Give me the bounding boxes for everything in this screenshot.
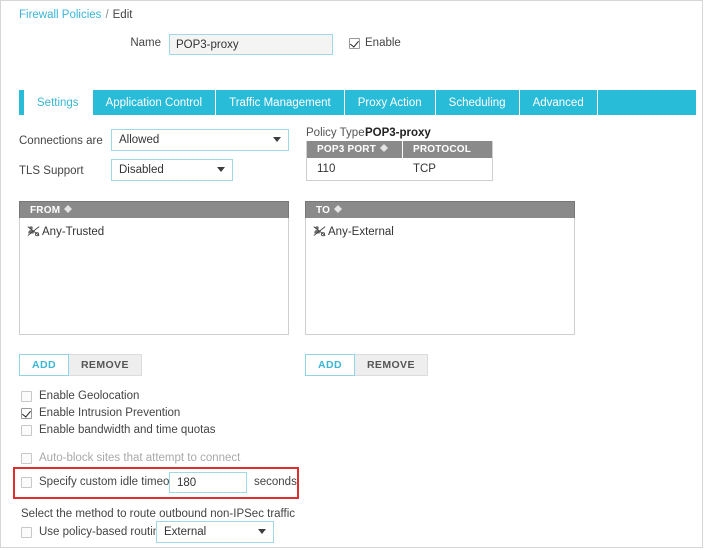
option-enable-intrusion-prevention[interactable]: Enable Intrusion Prevention <box>21 407 180 419</box>
enable-bandwidth-quotas-checkbox[interactable] <box>21 425 32 436</box>
chevron-down-icon <box>258 529 266 534</box>
sort-icon[interactable] <box>334 204 342 214</box>
column-header-pop3-port-label: POP3 PORT <box>317 144 376 155</box>
list-item-label: Any-External <box>328 226 394 238</box>
option-enable-bandwidth-quotas[interactable]: Enable bandwidth and time quotas <box>21 424 215 436</box>
tab-advanced[interactable]: Advanced <box>520 90 598 115</box>
auto-block-sites-label: Auto-block sites that attempt to connect <box>39 452 240 464</box>
enable-checkbox[interactable] <box>349 38 360 49</box>
name-label: Name <box>121 37 161 49</box>
chevron-down-icon <box>217 167 225 172</box>
enable-geolocation-checkbox[interactable] <box>21 391 32 402</box>
tab-scheduling[interactable]: Scheduling <box>436 90 520 115</box>
idle-timeout-input[interactable] <box>169 472 247 493</box>
to-panel-header-label: TO <box>316 205 330 216</box>
breadcrumb-link-firewall-policies[interactable]: Firewall Policies <box>19 9 101 21</box>
list-item[interactable]: Any-Trusted <box>27 225 288 238</box>
breadcrumb-separator: / <box>105 9 108 21</box>
from-panel-header[interactable]: FROM <box>19 201 289 218</box>
tab-traffic-management[interactable]: Traffic Management <box>216 90 345 115</box>
cell-protocol: TCP <box>403 163 492 175</box>
column-header-protocol[interactable]: PROTOCOL <box>403 141 492 158</box>
auto-block-sites-checkbox[interactable] <box>21 453 32 464</box>
enable-geolocation-label: Enable Geolocation <box>39 390 139 402</box>
from-remove-button[interactable]: REMOVE <box>69 354 142 376</box>
enable-bandwidth-quotas-label: Enable bandwidth and time quotas <box>39 424 215 436</box>
connections-are-label: Connections are <box>19 135 103 147</box>
specify-custom-idle-timeout-label: Specify custom idle timeout <box>39 476 179 488</box>
tls-support-select[interactable]: Disabled <box>111 159 233 181</box>
from-panel-button-row: ADD REMOVE <box>19 354 142 376</box>
tab-settings[interactable]: Settings <box>24 90 93 115</box>
to-remove-button[interactable]: REMOVE <box>355 354 428 376</box>
from-panel: FROM Any-Trusted <box>19 201 289 335</box>
to-add-button[interactable]: ADD <box>305 354 355 376</box>
from-add-button[interactable]: ADD <box>19 354 69 376</box>
from-panel-header-label: FROM <box>30 205 60 216</box>
policy-type-table: POP3 PORT PROTOCOL 110 TCP <box>306 141 493 181</box>
connections-are-value: Allowed <box>119 134 159 146</box>
breadcrumb-current-edit: Edit <box>113 9 133 21</box>
table-row[interactable]: 110 TCP <box>307 158 492 180</box>
specify-custom-idle-timeout-checkbox[interactable] <box>21 477 32 488</box>
to-panel-header[interactable]: TO <box>305 201 575 218</box>
chevron-down-icon <box>273 137 281 142</box>
sort-icon[interactable] <box>64 204 72 214</box>
enable-checkbox-wrap[interactable]: Enable <box>349 37 401 49</box>
option-use-policy-based-routing[interactable]: Use policy-based routing <box>21 526 166 538</box>
idle-timeout-units-label: seconds <box>254 476 297 488</box>
routing-method-select[interactable]: External <box>156 521 274 543</box>
name-row: Name Enable <box>1 34 702 56</box>
name-input[interactable] <box>169 34 333 55</box>
list-item-label: Any-Trusted <box>42 226 104 238</box>
cell-pop3-port: 110 <box>307 163 403 175</box>
to-panel: TO Any-External <box>305 201 575 335</box>
breadcrumb: Firewall Policies / Edit <box>19 9 132 21</box>
option-auto-block-sites[interactable]: Auto-block sites that attempt to connect <box>21 452 240 464</box>
tls-support-label: TLS Support <box>19 165 84 177</box>
option-specify-custom-idle-timeout[interactable]: Specify custom idle timeout <box>21 476 179 488</box>
routing-heading: Select the method to route outbound non-… <box>21 508 295 520</box>
use-policy-based-routing-label: Use policy-based routing <box>39 526 166 538</box>
alias-icon <box>27 225 40 238</box>
routing-method-value: External <box>164 526 206 538</box>
connections-are-select[interactable]: Allowed <box>111 129 289 151</box>
firewall-policy-edit-page: Firewall Policies / Edit Name Enable Setti… <box>0 0 703 548</box>
table-header-row: POP3 PORT PROTOCOL <box>307 141 492 158</box>
enable-intrusion-prevention-checkbox[interactable] <box>21 408 32 419</box>
enable-intrusion-prevention-label: Enable Intrusion Prevention <box>39 407 180 419</box>
tab-proxy-action[interactable]: Proxy Action <box>345 90 436 115</box>
use-policy-based-routing-checkbox[interactable] <box>21 527 32 538</box>
to-panel-button-row: ADD REMOVE <box>305 354 428 376</box>
enable-label: Enable <box>365 37 401 49</box>
alias-icon <box>313 225 326 238</box>
tab-bar-filler <box>598 90 696 115</box>
column-header-pop3-port[interactable]: POP3 PORT <box>307 141 403 158</box>
policy-type-value: POP3-proxy <box>365 127 431 139</box>
policy-type-label: Policy Type <box>306 127 365 139</box>
from-panel-body[interactable]: Any-Trusted <box>19 218 289 335</box>
tab-bar: Settings Application Control Traffic Man… <box>19 90 696 115</box>
to-panel-body[interactable]: Any-External <box>305 218 575 335</box>
tls-support-value: Disabled <box>119 164 164 176</box>
sort-icon[interactable] <box>380 143 388 153</box>
tab-application-control[interactable]: Application Control <box>93 90 217 115</box>
list-item[interactable]: Any-External <box>313 225 574 238</box>
option-enable-geolocation[interactable]: Enable Geolocation <box>21 390 139 402</box>
